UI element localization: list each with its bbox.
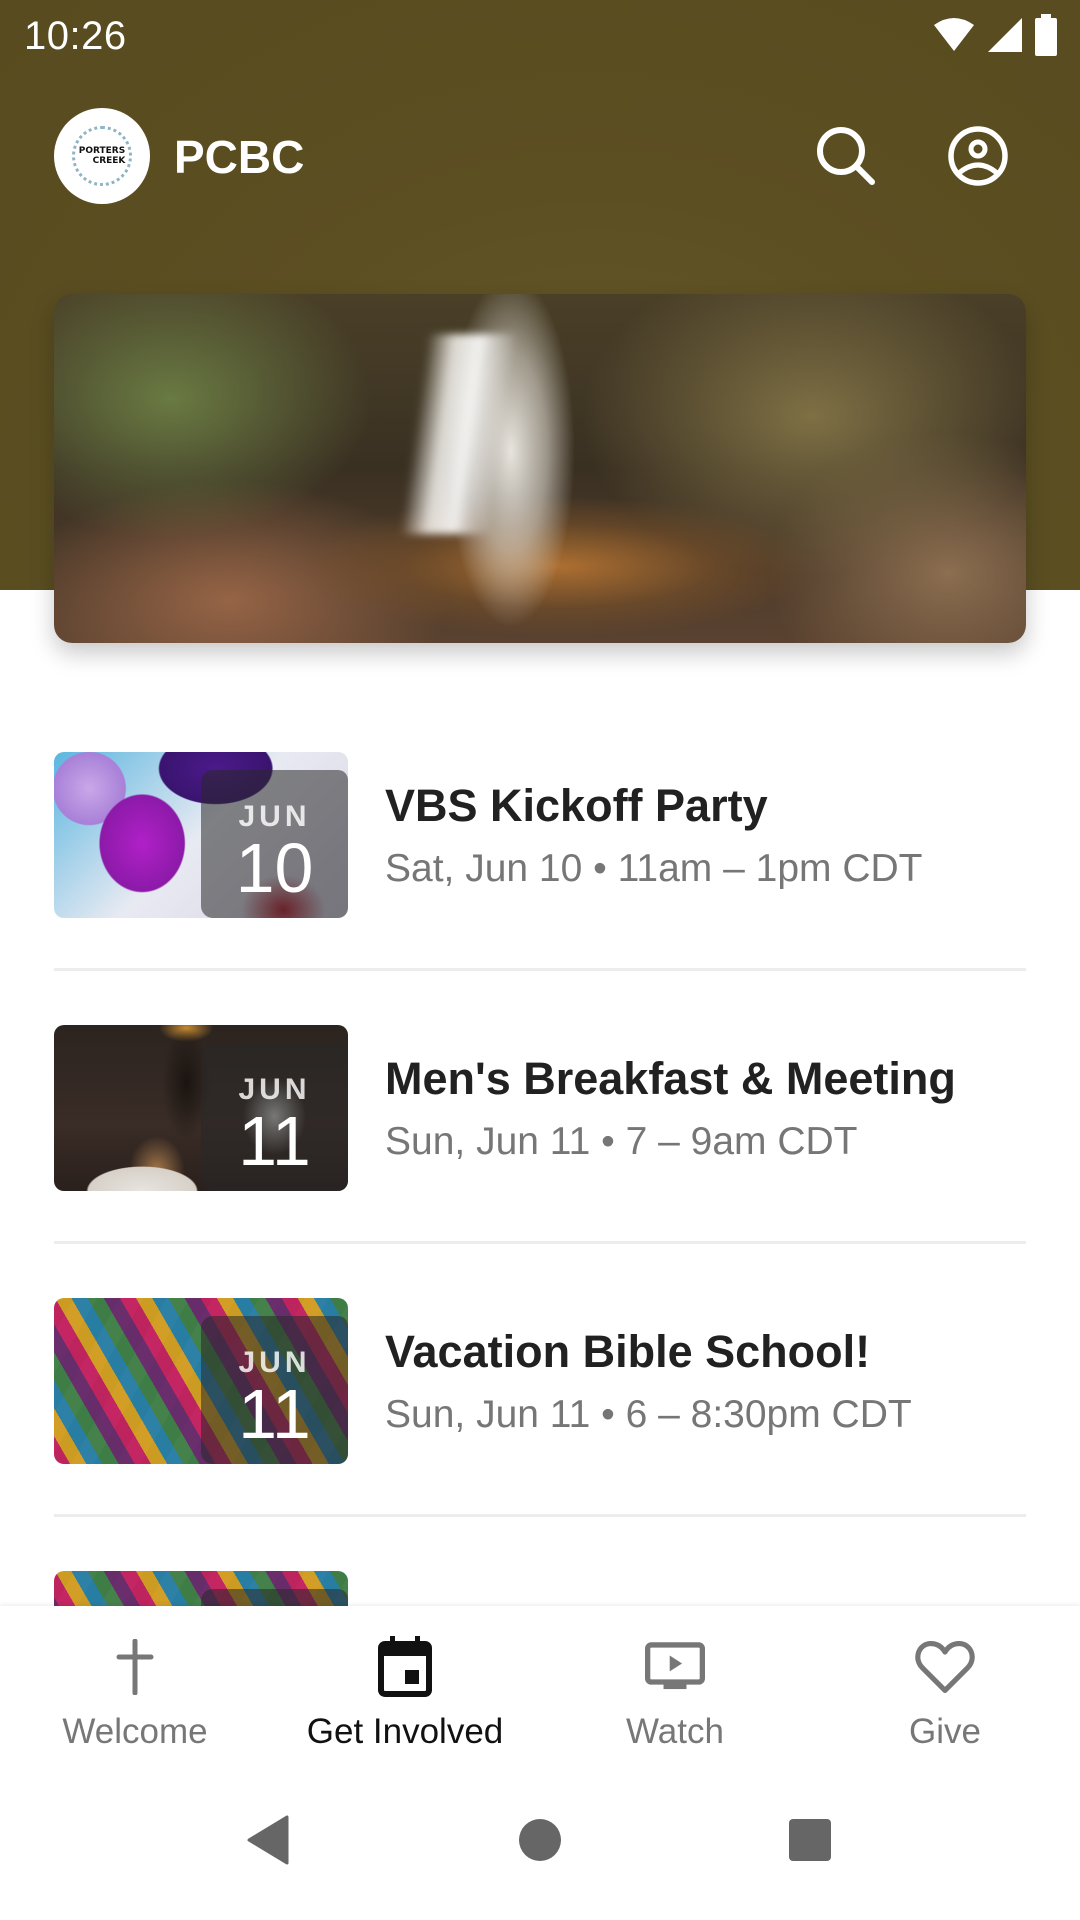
back-triangle-icon xyxy=(247,1815,289,1865)
system-home-button[interactable] xyxy=(500,1810,580,1870)
heart-icon xyxy=(915,1636,975,1698)
status-time: 10:26 xyxy=(24,14,127,58)
nav-tab-watch[interactable]: Watch xyxy=(540,1606,810,1760)
nav-label: Give xyxy=(909,1712,981,1751)
logo-line-2: CREEK xyxy=(92,156,126,166)
system-navigation-bar xyxy=(0,1760,1080,1920)
event-thumbnail: JUN 10 xyxy=(54,752,348,918)
date-badge: JUN 10 xyxy=(201,770,348,918)
app-title: PCBC xyxy=(174,131,305,183)
status-bar: 10:26 xyxy=(0,0,1080,72)
system-recents-button[interactable] xyxy=(770,1810,850,1870)
event-title: VBS Kickoff Party xyxy=(385,780,768,831)
nav-label: Watch xyxy=(626,1712,724,1751)
calendar-icon xyxy=(375,1636,435,1698)
event-title: Men's Breakfast & Meeting xyxy=(385,1053,956,1104)
nav-tab-get-involved[interactable]: Get Involved xyxy=(270,1606,540,1760)
search-icon xyxy=(817,127,875,185)
tv-play-icon xyxy=(645,1636,705,1698)
date-badge: JUN 11 xyxy=(201,1316,348,1464)
home-circle-icon xyxy=(519,1819,561,1861)
event-thumbnail: JUN 11 xyxy=(54,1298,348,1464)
account-circle-icon xyxy=(948,126,1008,186)
search-button[interactable] xyxy=(812,122,880,190)
nav-tab-give[interactable]: Give xyxy=(810,1606,1080,1760)
date-badge: JUN 11 xyxy=(201,1043,348,1191)
divider xyxy=(54,1514,1026,1517)
cross-icon xyxy=(105,1636,165,1698)
profile-button[interactable] xyxy=(944,122,1012,190)
church-logo[interactable]: PORTERS CREEK xyxy=(54,108,150,204)
waterfall-highlight xyxy=(399,334,519,534)
event-list-item[interactable]: JUN 10 VBS Kickoff Party Sat, Jun 10 • 1… xyxy=(54,752,1026,918)
event-thumbnail: JUN 11 xyxy=(54,1025,348,1191)
event-list-item[interactable]: JUN 11 Vacation Bible School! Sun, Jun 1… xyxy=(54,1298,1026,1464)
badge-day: 11 xyxy=(238,1375,311,1453)
system-back-button[interactable] xyxy=(228,1810,308,1870)
bottom-navigation: Welcome Get Involved Watch Give xyxy=(0,1606,1080,1760)
status-icons xyxy=(932,14,1058,56)
divider xyxy=(54,968,1026,971)
wifi-icon xyxy=(934,18,974,51)
badge-day: 10 xyxy=(235,829,314,907)
nav-tab-welcome[interactable]: Welcome xyxy=(0,1606,270,1760)
event-datetime: Sun, Jun 11 • 7 – 9am CDT xyxy=(385,1120,858,1163)
app-bar: PORTERS CREEK PCBC xyxy=(0,100,1080,212)
event-list-item[interactable]: JUN 11 Men's Breakfast & Meeting Sun, Ju… xyxy=(54,1025,1026,1191)
divider xyxy=(54,1241,1026,1244)
nav-label: Welcome xyxy=(62,1712,208,1751)
event-datetime: Sun, Jun 11 • 6 – 8:30pm CDT xyxy=(385,1393,912,1436)
event-datetime: Sat, Jun 10 • 11am – 1pm CDT xyxy=(385,847,923,890)
recents-square-icon xyxy=(789,1819,831,1861)
battery-icon xyxy=(1035,14,1057,56)
badge-day: 11 xyxy=(238,1102,311,1180)
event-title: Vacation Bible School! xyxy=(385,1326,871,1377)
logo-text: PORTERS CREEK xyxy=(79,146,126,166)
hero-banner-image[interactable] xyxy=(54,294,1026,643)
logo-line-1: PORTERS xyxy=(78,146,126,156)
nav-label: Get Involved xyxy=(306,1712,504,1751)
cell-signal-icon xyxy=(988,18,1022,52)
